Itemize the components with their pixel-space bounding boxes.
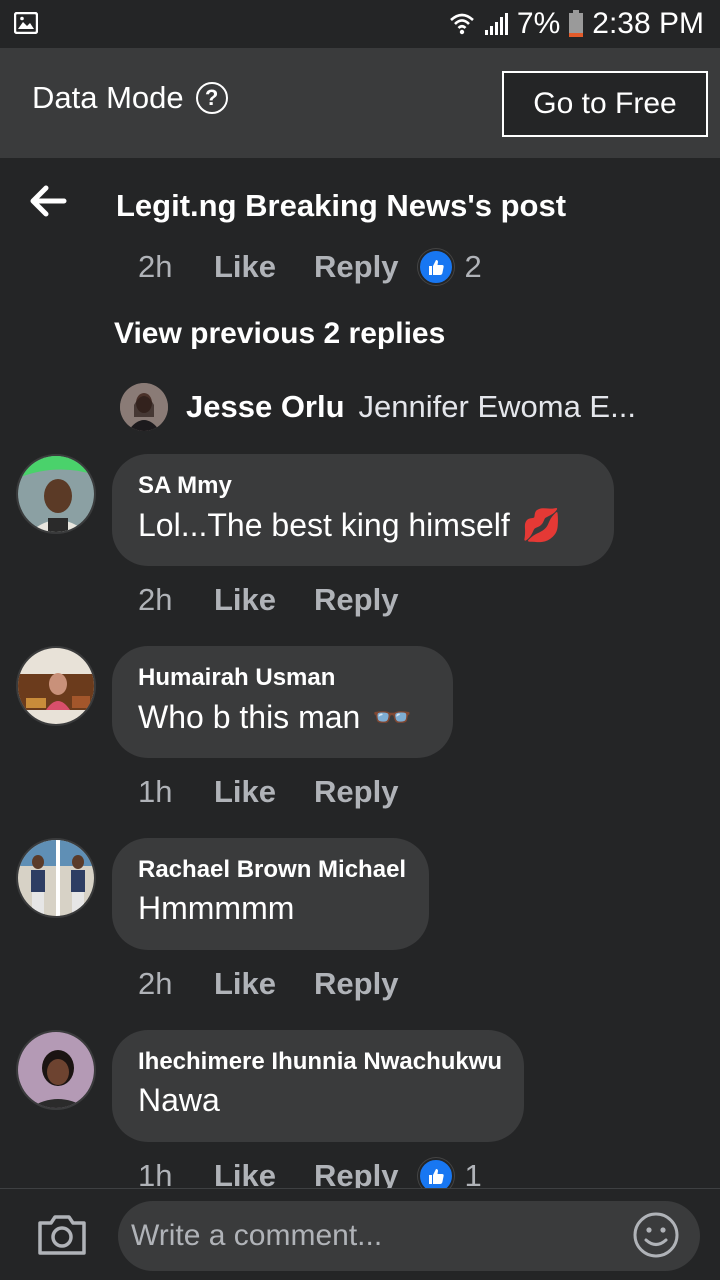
page-title: Legit.ng Breaking News's post bbox=[116, 188, 567, 223]
reply-button[interactable]: Reply bbox=[314, 966, 398, 1002]
comment-time: 1h bbox=[138, 774, 173, 809]
comment-bubble[interactable]: Rachael Brown Michael Hmmmmm bbox=[112, 838, 429, 950]
clock: 2:38 PM bbox=[592, 7, 704, 40]
data-mode-bar: Data Mode ? Go to Free bbox=[0, 48, 720, 158]
comment-author[interactable]: Ihechimere Ihunnia Nwachukwu bbox=[138, 1048, 502, 1076]
avatar bbox=[120, 383, 168, 431]
avatar[interactable] bbox=[16, 1030, 96, 1110]
comment-time: 2h bbox=[138, 582, 173, 617]
comment-text: Who b this man 👓 bbox=[138, 698, 412, 736]
comment-author[interactable]: Rachael Brown Michael bbox=[138, 856, 406, 884]
battery-percent: 7% bbox=[516, 7, 561, 40]
view-previous-replies-link[interactable]: View previous 2 replies bbox=[114, 317, 445, 351]
avatar[interactable] bbox=[16, 646, 96, 726]
comment-bubble[interactable]: Ihechimere Ihunnia Nwachukwu Nawa bbox=[112, 1030, 524, 1142]
comment-body: Hmmmmm bbox=[138, 890, 295, 926]
signal-icon bbox=[484, 13, 508, 35]
screen: 7% 2:38 PM Data Mode ? Go to Free Legit.… bbox=[0, 0, 720, 1280]
camera-icon[interactable] bbox=[36, 1213, 88, 1257]
like-button[interactable]: Like bbox=[214, 582, 276, 618]
reply-text-preview: Jennifer Ewoma E... bbox=[358, 389, 636, 424]
glasses-emoji-icon: 👓 bbox=[372, 699, 413, 735]
back-arrow-icon[interactable] bbox=[28, 183, 68, 219]
like-reaction-icon bbox=[418, 249, 455, 285]
comment-body: Nawa bbox=[138, 1082, 220, 1118]
battery-icon bbox=[569, 10, 584, 37]
comment-author[interactable]: Humairah Usman bbox=[138, 664, 335, 692]
comment-time: 2h bbox=[138, 249, 173, 284]
comment-actions: 1h Like Reply bbox=[138, 772, 436, 812]
comment-author[interactable]: SA Mmy bbox=[138, 472, 232, 500]
go-to-free-button[interactable]: Go to Free bbox=[502, 71, 708, 137]
avatar[interactable] bbox=[16, 838, 96, 918]
like-button[interactable]: Like bbox=[214, 249, 276, 285]
like-button[interactable]: Like bbox=[214, 774, 276, 810]
help-icon[interactable]: ? bbox=[195, 82, 228, 114]
like-button[interactable]: Like bbox=[214, 966, 276, 1002]
reply-button[interactable]: Reply bbox=[314, 582, 398, 618]
comment-text: Hmmmmm bbox=[138, 890, 294, 927]
reply-preview[interactable]: Jesse Orlu Jennifer Ewoma E... bbox=[120, 382, 636, 432]
comment-actions: 2h Like Reply bbox=[138, 964, 436, 1004]
gallery-notification-icon bbox=[14, 12, 38, 34]
reply-button[interactable]: Reply bbox=[314, 774, 398, 810]
reaction-count: 2 bbox=[464, 249, 482, 284]
wifi-icon bbox=[450, 13, 474, 35]
status-indicators: 7% 2:38 PM bbox=[449, 0, 704, 48]
kiss-emoji-icon: 💋 bbox=[521, 507, 562, 543]
comment-bubble[interactable]: SA Mmy Lol...The best king himself 💋 bbox=[112, 454, 614, 566]
data-mode-label: Data Mode bbox=[32, 80, 184, 115]
comment-body: Who b this man bbox=[138, 698, 361, 735]
comment-composer bbox=[0, 1188, 720, 1280]
parent-comment-actions: 2h Like Reply 2 bbox=[138, 247, 482, 287]
comment-input[interactable] bbox=[118, 1201, 700, 1271]
comment-bubble[interactable]: Humairah Usman Who b this man 👓 bbox=[112, 646, 453, 758]
comment-body: Lol...The best king himself bbox=[138, 506, 510, 543]
comment-text: Nawa bbox=[138, 1082, 220, 1119]
comment-text: Lol...The best king himself 💋 bbox=[138, 506, 562, 544]
comment-actions: 2h Like Reply bbox=[138, 580, 436, 620]
emoji-smiley-icon[interactable] bbox=[632, 1211, 680, 1259]
avatar[interactable] bbox=[16, 454, 96, 534]
comment-time: 2h bbox=[138, 966, 173, 1001]
reply-button[interactable]: Reply bbox=[314, 249, 398, 285]
reply-author-name[interactable]: Jesse Orlu bbox=[186, 389, 345, 425]
status-bar: 7% 2:38 PM bbox=[0, 0, 720, 48]
data-mode-label-group: Data Mode ? bbox=[32, 80, 228, 116]
